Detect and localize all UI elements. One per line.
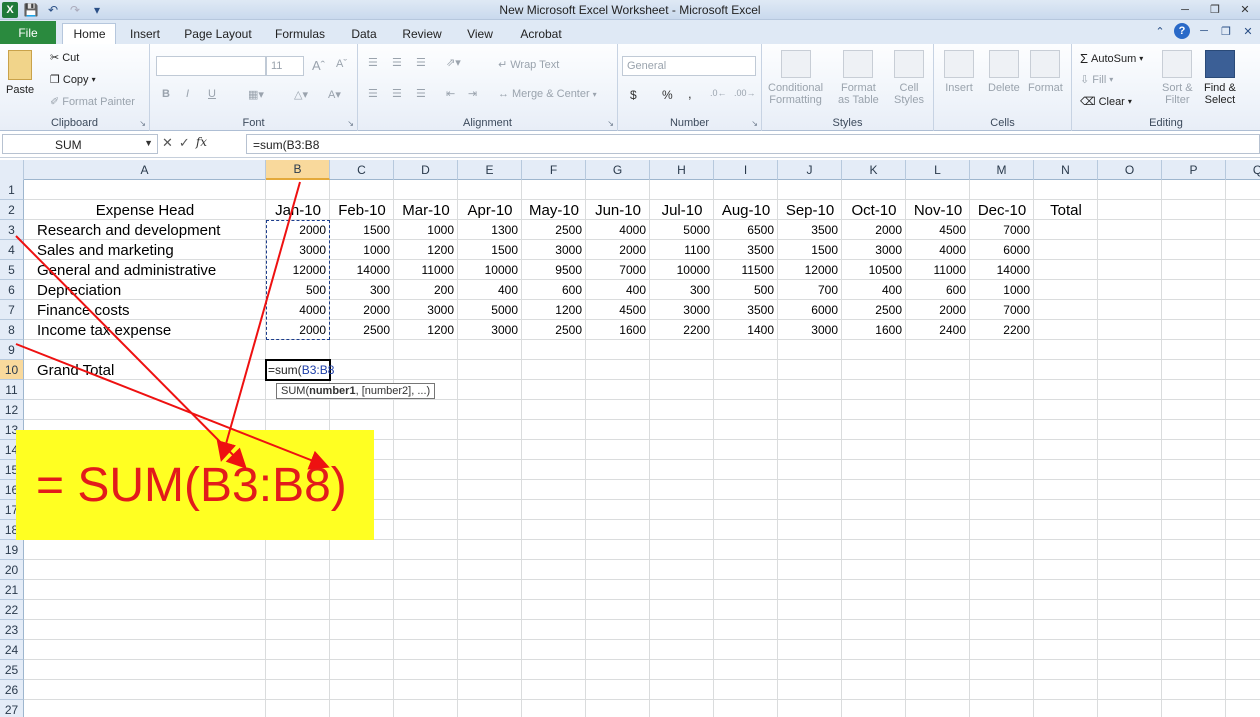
arrow-from-row-3	[15, 235, 247, 469]
arrow-from-row-8	[15, 343, 330, 470]
arrow-from-b-column	[216, 181, 301, 462]
excel-window: X 💾 ↶ ↷ ▾ New Microsoft Excel Worksheet …	[0, 0, 1260, 717]
annotation-arrows	[15, 181, 330, 470]
